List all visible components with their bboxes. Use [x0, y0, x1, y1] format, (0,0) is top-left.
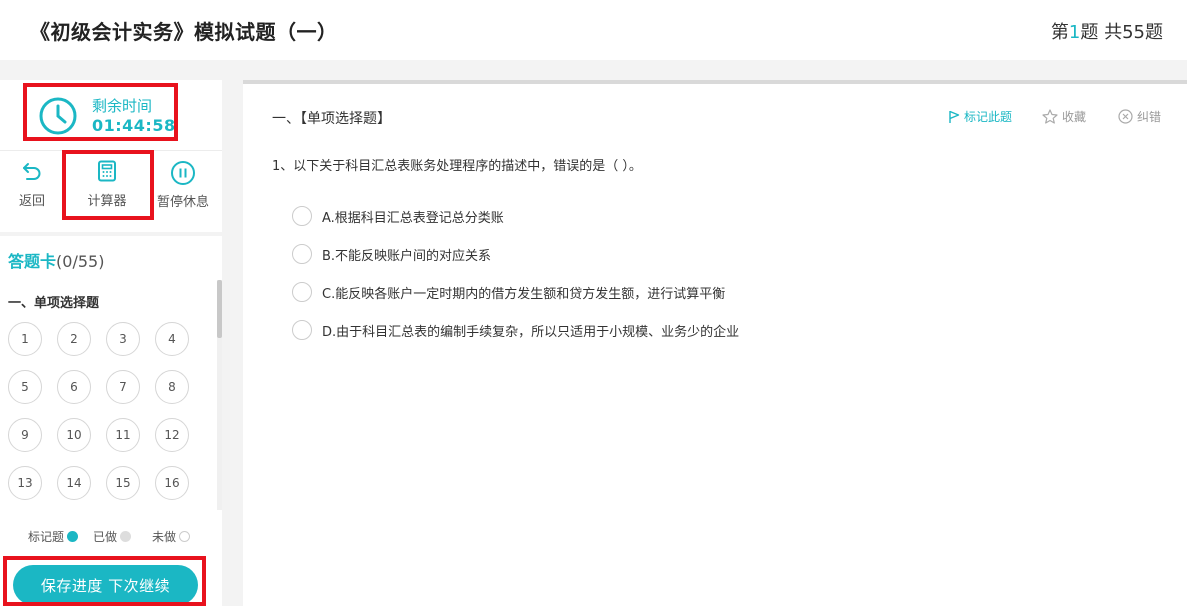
question-type-label: 一、【单项选择题】 [272, 111, 391, 127]
question-number-button[interactable]: 16 [155, 466, 189, 500]
question-number-button[interactable]: 5 [8, 370, 42, 404]
option-a-text: A.根据科目汇总表登记总分类账 [322, 210, 504, 226]
question-number-button[interactable]: 9 [8, 418, 42, 452]
option-a[interactable]: A.根据科目汇总表登记总分类账 [292, 206, 504, 226]
save-button-highlight-box [3, 556, 206, 606]
legend-undone-dot [179, 531, 191, 542]
star-icon [1042, 109, 1058, 124]
question-number-button[interactable]: 15 [106, 466, 140, 500]
pause-icon [171, 161, 195, 185]
answer-card-label: 答题卡 [8, 252, 57, 271]
legend-undone: 未做 [152, 528, 191, 545]
question-number-button[interactable]: 13 [8, 466, 42, 500]
question-number-button[interactable]: 14 [57, 466, 91, 500]
answer-card-count: (0/55) [56, 252, 105, 271]
answer-card-scroll-thumb[interactable] [217, 280, 222, 338]
legend-done: 已做 [93, 528, 132, 545]
legend-done-dot [120, 531, 132, 542]
option-c[interactable]: C.能反映各账户一定时期内的借方发生额和贷方发生额，进行试算平衡 [292, 282, 725, 302]
question-number-button[interactable]: 12 [155, 418, 189, 452]
option-a-radio[interactable] [292, 206, 312, 226]
mark-question-label: 标记此题 [964, 110, 1013, 124]
pause-label: 暂停休息 [156, 195, 209, 210]
option-b-text: B.不能反映账户间的对应关系 [322, 248, 492, 264]
option-b-radio[interactable] [292, 244, 312, 264]
progress-current: 1 [1068, 22, 1081, 43]
question-text: 1、以下关于科目汇总表账务处理程序的描述中，错误的是（ ）。 [272, 159, 642, 174]
favorite-label: 收藏 [1062, 110, 1087, 124]
option-d[interactable]: D.由于科目汇总表的编制手续复杂，所以只适用于小规模、业务少的企业 [292, 320, 739, 340]
back-button[interactable]: 返回 [0, 160, 64, 209]
question-number-button[interactable]: 11 [106, 418, 140, 452]
question-number-button[interactable]: 4 [155, 322, 189, 356]
question-number-button[interactable]: 8 [155, 370, 189, 404]
question-progress: 第1题 共55题 [1051, 18, 1163, 44]
legend-marked-dot [67, 531, 79, 542]
back-arrow-icon [23, 163, 41, 180]
legend-marked: 标记题 [28, 528, 79, 545]
report-error-button[interactable]: 纠错 [1118, 108, 1161, 125]
option-d-radio[interactable] [292, 320, 312, 340]
timer-highlight-box [23, 83, 178, 141]
favorite-button[interactable]: 收藏 [1042, 108, 1086, 125]
legend-done-label: 已做 [93, 530, 118, 544]
answer-card-title: 答题卡(0/55) [8, 248, 104, 272]
question-number-button[interactable]: 10 [57, 418, 91, 452]
option-d-text: D.由于科目汇总表的编制手续复杂，所以只适用于小规模、业务少的企业 [322, 324, 740, 340]
close-circle-icon [1118, 109, 1133, 124]
option-c-radio[interactable] [292, 282, 312, 302]
question-number-button[interactable]: 6 [57, 370, 91, 404]
exam-title: 《初级会计实务》模拟试题（一） [30, 20, 338, 44]
legend-marked-label: 标记题 [28, 530, 65, 544]
pause-button[interactable]: 暂停休息 [151, 160, 215, 210]
option-b[interactable]: B.不能反映账户间的对应关系 [292, 244, 491, 264]
question-number-button[interactable]: 2 [57, 322, 91, 356]
flag-icon [949, 110, 960, 123]
question-number-button[interactable]: 1 [8, 322, 42, 356]
question-number-button[interactable]: 3 [106, 322, 140, 356]
progress-suffix: 题 共55题 [1080, 22, 1163, 43]
answer-card-section-title: 一、单项选择题 [8, 296, 100, 311]
mark-question-button[interactable]: 标记此题 [948, 108, 1012, 125]
back-label: 返回 [18, 194, 45, 209]
legend-undone-label: 未做 [152, 530, 177, 544]
report-error-label: 纠错 [1137, 110, 1162, 124]
option-c-text: C.能反映各账户一定时期内的借方发生额和贷方发生额，进行试算平衡 [322, 286, 726, 302]
progress-prefix: 第 [1050, 22, 1069, 43]
question-number-button[interactable]: 7 [106, 370, 140, 404]
calculator-highlight-box [62, 150, 154, 220]
